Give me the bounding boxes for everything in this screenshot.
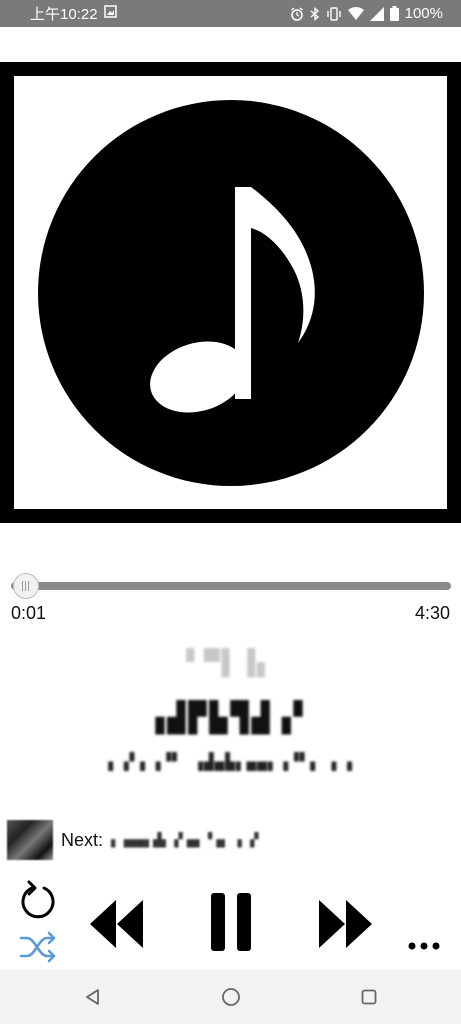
alarm-icon bbox=[290, 6, 304, 21]
home-button[interactable] bbox=[216, 982, 246, 1012]
bluetooth-icon bbox=[310, 6, 320, 21]
music-player-screen: 上午10:22 100% 0:01 4:30 ▘▀▌▐▖ ▗▟▛▙▜▟▗▘ ▖▗… bbox=[0, 0, 461, 1024]
next-track-title: ▖▗▄▄▖▟▖▗▘▄▖▝▗▖ ▖▗▘ bbox=[111, 832, 263, 848]
play-pause-button[interactable] bbox=[204, 890, 258, 954]
seek-track[interactable] bbox=[11, 582, 451, 590]
more-options-button[interactable] bbox=[404, 934, 444, 958]
home-icon bbox=[222, 988, 240, 1006]
back-icon bbox=[86, 989, 99, 1005]
repeat-button[interactable] bbox=[15, 876, 61, 922]
recents-button[interactable] bbox=[354, 982, 384, 1012]
next-button[interactable] bbox=[316, 896, 376, 952]
wifi-icon bbox=[347, 7, 364, 20]
signal-icon bbox=[369, 6, 384, 21]
vibrate-icon bbox=[326, 6, 342, 21]
artist-name: ▖▗▘▖▗▝▘ ▗▟▄▙▖▄▄▖▗▝▘▖ ▖▗ bbox=[108, 752, 353, 771]
seek-thumb[interactable] bbox=[12, 573, 39, 599]
album-art bbox=[0, 62, 461, 523]
gallery-icon bbox=[103, 5, 117, 22]
repeat-icon bbox=[21, 880, 55, 919]
total-duration: 4:30 bbox=[414, 603, 450, 623]
recents-icon bbox=[361, 989, 377, 1005]
battery-level: 100% bbox=[404, 5, 443, 22]
next-track-thumbnail bbox=[7, 820, 53, 860]
battery-icon bbox=[389, 6, 399, 21]
music-note-icon bbox=[38, 100, 424, 486]
seek-bar[interactable] bbox=[11, 573, 451, 599]
status-bar: 上午10:22 100% bbox=[0, 0, 461, 27]
more-icon bbox=[408, 942, 440, 950]
shuffle-button[interactable] bbox=[15, 926, 61, 968]
shuffle-icon bbox=[19, 931, 56, 963]
fast-forward-icon bbox=[319, 900, 372, 948]
pause-icon bbox=[211, 893, 251, 951]
album-name: ▘▀▌▐▖ bbox=[186, 648, 275, 678]
navigation-bar bbox=[0, 970, 461, 1024]
track-title: ▗▟▛▙▜▟▗▘ bbox=[146, 700, 315, 735]
next-track-row[interactable]: Next: ▖▗▄▄▖▟▖▗▘▄▖▝▗▖ ▖▗▘ bbox=[7, 820, 447, 860]
elapsed-time: 0:01 bbox=[11, 603, 47, 623]
back-button[interactable] bbox=[78, 982, 108, 1012]
previous-button[interactable] bbox=[86, 896, 146, 952]
status-time: 上午10:22 bbox=[30, 6, 98, 23]
next-label: Next: bbox=[61, 829, 104, 850]
rewind-icon bbox=[90, 900, 143, 948]
